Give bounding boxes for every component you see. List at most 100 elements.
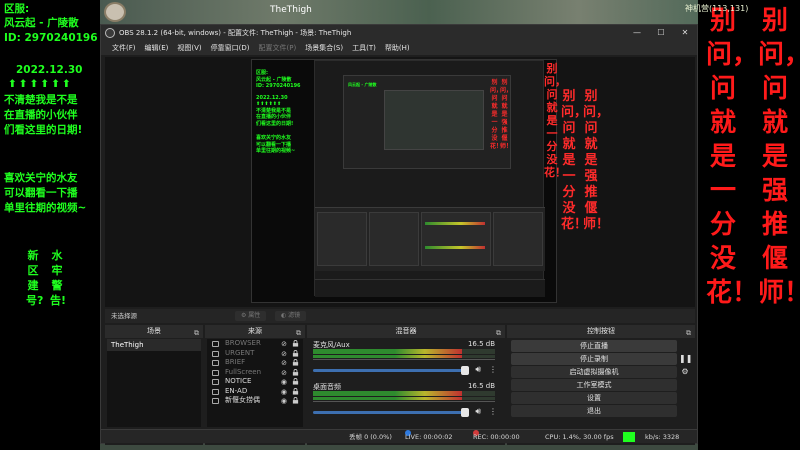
obs-window: OBS 28.1.2 (64-bit, windows) - 配置文件: The…: [100, 24, 698, 445]
source-item-brief[interactable]: BRIEF ⊘: [207, 358, 303, 368]
controls-list: 停止直播 停止录制 ❚❚ 启动虚拟摄像机 ⚙ 工作室模式 设置 退出: [507, 339, 692, 418]
sources-title: 来源: [248, 327, 262, 335]
stream-health-icon: [623, 432, 635, 442]
volume-meter: [313, 349, 495, 354]
scenes-dock: 场景⧉ TheThigh + − ⌃ ⌄: [105, 325, 203, 445]
captured-statusbar: [315, 279, 545, 297]
source-item-browser[interactable]: BROWSER ⊘: [207, 339, 303, 349]
undock-icon[interactable]: ⧉: [686, 327, 691, 340]
lock-icon[interactable]: [292, 397, 299, 404]
gear-icon[interactable]: ⋮: [489, 407, 497, 416]
meter-scale: [313, 359, 495, 365]
nested-preview: [384, 90, 484, 150]
gear-icon[interactable]: ⚙: [679, 366, 691, 378]
controls-dock: 控制按钮 ⧉ 停止直播 停止录制 ❚❚ 启动虚拟摄像机 ⚙ 工作室模式 设置 退出: [507, 325, 695, 445]
preview-red-banner-1: 别问，问就是一分没花！: [561, 89, 588, 232]
source-item-fullscreen[interactable]: FullScreen ⊘: [207, 368, 303, 378]
notice-line-3: 们看这里的日期!: [4, 124, 83, 136]
player-name: TheThigh: [270, 5, 312, 15]
filters-button[interactable]: ◐ 滤镜: [275, 311, 307, 321]
lock-icon[interactable]: [292, 387, 299, 395]
source-item-urgent[interactable]: URGENT ⊘: [207, 349, 303, 359]
obs-logo-icon: [105, 28, 115, 38]
mixer-track-desktop: 桌面音频 16.5 dB 🔊︎ ⋮: [309, 381, 503, 423]
lock-icon[interactable]: [292, 349, 299, 357]
stop-recording-button[interactable]: 停止录制 ❚❚: [511, 353, 692, 365]
menu-profile[interactable]: 配置文件(P): [256, 41, 303, 55]
speaker-icon[interactable]: 🔊︎: [475, 407, 481, 417]
captured-overlay-text: 区服: 风云起 - 广陵散 ID: 2970240196 2022.12.30 …: [256, 70, 301, 154]
captured-frame: 区服: 风云起 - 广陵散 ID: 2970240196 2022.12.30 …: [251, 59, 566, 303]
lock-icon[interactable]: [292, 378, 299, 385]
game-hud-bar: TheThigh 神机营(113,131): [100, 0, 748, 24]
source-item-en-ad[interactable]: EN-AD ◉: [207, 387, 303, 397]
preview-canvas[interactable]: 区服: 风云起 - 广陵散 ID: 2970240196 2022.12.30 …: [105, 57, 695, 307]
meter-scale: [313, 401, 495, 407]
scene-item[interactable]: TheThigh: [107, 339, 201, 351]
bitrate: kb/s: 3328: [645, 433, 680, 441]
menu-edit[interactable]: 编辑(E): [142, 41, 175, 55]
red-banner-2: 别问，问就是强推偃师！: [758, 6, 800, 308]
overlay-date: 2022.12.30: [16, 64, 83, 76]
captured-red-banner-1: 别问，问就是一分没花！: [544, 62, 566, 179]
studio-mode-button[interactable]: 工作室模式: [511, 379, 677, 391]
notice-line-1: 不清楚我是不是: [4, 94, 78, 106]
volume-slider[interactable]: [313, 366, 469, 375]
fans-line-1: 喜欢关宁的水友: [4, 172, 78, 184]
maximize-button[interactable]: ☐: [649, 25, 673, 41]
menu-file[interactable]: 文件(F): [109, 41, 142, 55]
properties-button[interactable]: ⚙ 属性: [235, 311, 267, 321]
track-db: 16.5 dB: [467, 340, 495, 348]
volume-meter: [313, 391, 495, 396]
map-coords: 神机营(113,131): [685, 4, 749, 13]
scenes-title: 场景: [147, 327, 161, 335]
menu-docks[interactable]: 停靠窗口(D): [208, 41, 256, 55]
capture-source-icon: [212, 398, 219, 404]
stop-streaming-button[interactable]: 停止直播: [511, 340, 677, 352]
text-source-icon: [212, 360, 219, 366]
meter-fill: [313, 349, 463, 354]
source-item-notice[interactable]: NOTICE ◉: [207, 377, 303, 387]
source-toolbar: 未选择源 ⚙ 属性 ◐ 滤镜: [105, 309, 695, 323]
arrow-row: ⬆⬆⬆⬆⬆⬆: [8, 78, 73, 90]
sources-dock: 来源 ⧉ BROWSER ⊘ URGENT ⊘ BRIEF ⊘ FullScreen ⊘ …: [205, 325, 305, 445]
speaker-icon[interactable]: 🔊︎: [475, 365, 481, 375]
preview-red-banner-2: 别问，问就是强推偃师！: [583, 89, 610, 232]
player-avatar: [104, 2, 126, 22]
menu-scene-collection[interactable]: 场景集合(S): [302, 41, 349, 55]
menu-tools[interactable]: 工具(T): [349, 41, 382, 55]
minimize-button[interactable]: —: [625, 25, 649, 41]
settings-button[interactable]: 设置: [511, 392, 677, 404]
volume-meter: [313, 397, 495, 400]
right-overlay-panel: 别问，问就是一分没花！ 别问，问就是强推偃师！: [698, 0, 800, 450]
title-bar: OBS 28.1.2 (64-bit, windows) - 配置文件: The…: [101, 25, 697, 41]
prison-warning: 水牢警告!: [50, 249, 67, 307]
gear-icon[interactable]: ⋮: [489, 365, 497, 374]
captured-obs-window: 风云起 - 广陵散 别问，问就是一分没花！ 别问，问就是强推偃师！: [314, 60, 545, 297]
text-source-icon: [212, 388, 219, 395]
server-name: 风云起 - 广陵散: [4, 17, 79, 29]
lock-icon[interactable]: [292, 359, 299, 366]
text-source-icon: [212, 369, 219, 376]
lock-icon[interactable]: [292, 340, 299, 347]
meter-fill: [313, 355, 463, 358]
slider-thumb[interactable]: [461, 366, 469, 375]
new-server-note: 新区建号?: [26, 249, 44, 307]
controls-title: 控制按钮: [587, 327, 615, 335]
slider-thumb[interactable]: [461, 408, 469, 417]
start-virtual-camera-button[interactable]: 启动虚拟摄像机 ⚙: [511, 366, 691, 378]
volume-slider[interactable]: [313, 408, 469, 417]
exit-button[interactable]: 退出: [511, 405, 677, 417]
mixer-tracks: 麦克风/Aux 16.5 dB 🔊︎ ⋮ 桌面音频 16.5 dB 🔊︎ ⋮: [309, 339, 503, 427]
audio-mixer-dock: 混音器 ⧉ 麦克风/Aux 16.5 dB 🔊︎ ⋮ 桌面音频 16.5 dB 🔊…: [307, 325, 505, 445]
close-button[interactable]: ✕: [673, 25, 697, 41]
source-item-capture[interactable]: 新偃女捞偶 ◉: [207, 396, 303, 406]
menu-view[interactable]: 视图(V): [174, 41, 207, 55]
eye-icon[interactable]: ◉: [281, 397, 287, 407]
menu-help[interactable]: 帮助(H): [382, 41, 416, 55]
pause-icon[interactable]: ❚❚: [679, 353, 692, 365]
window-title: OBS 28.1.2 (64-bit, windows) - 配置文件: The…: [119, 29, 352, 37]
lock-icon[interactable]: [292, 368, 299, 376]
browser-source-icon: [212, 341, 219, 347]
fans-line-2: 可以翻看一下播: [4, 187, 78, 199]
